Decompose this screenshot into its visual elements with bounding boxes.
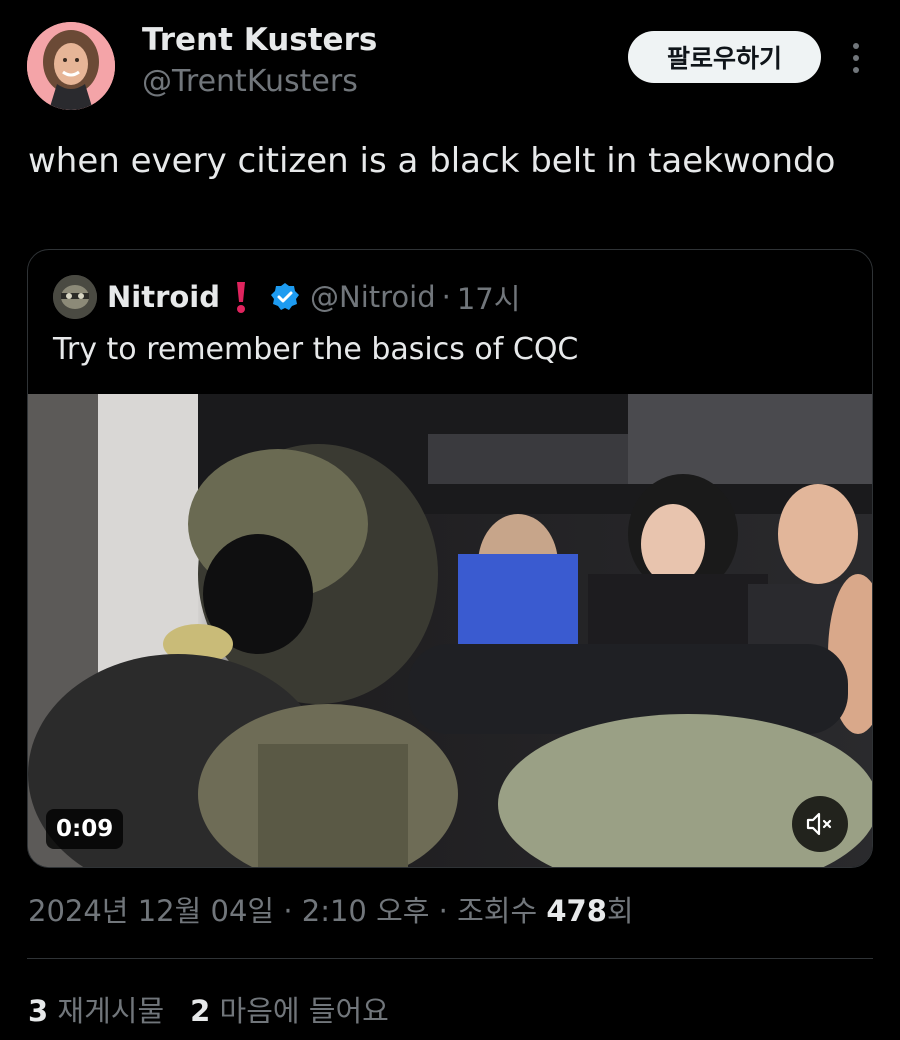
quoted-tweet-header: Nitroid @Nitroid · 17시 — [53, 275, 520, 319]
video-frame — [28, 394, 872, 867]
quoted-author-avatar[interactable] — [53, 275, 97, 319]
tweet-date[interactable]: 2024년 12월 04일 — [28, 894, 274, 928]
follow-button[interactable]: 팔로우하기 — [628, 31, 821, 83]
likes-count: 2 — [190, 994, 211, 1028]
exclamation-icon — [237, 282, 245, 313]
more-options-icon[interactable] — [844, 38, 868, 78]
views-count: 478 — [546, 894, 607, 928]
divider — [27, 958, 873, 959]
tweet-header: Trent Kusters @TrentKusters 팔로우하기 — [0, 0, 900, 120]
likes-stat[interactable]: 2 마음에 들어요 — [190, 994, 389, 1028]
reposts-label: 재게시물 — [57, 994, 165, 1028]
likes-label: 마음에 들어요 — [219, 994, 389, 1028]
video-player[interactable]: 0:09 — [28, 394, 872, 867]
reposts-stat[interactable]: 3 재게시물 — [28, 994, 164, 1028]
author-name[interactable]: Trent Kusters — [142, 22, 377, 58]
quoted-author-handle[interactable]: @Nitroid — [310, 280, 436, 314]
video-duration: 0:09 — [46, 809, 124, 849]
engagement-stats: 3 재게시물 2 마음에 들어요 — [28, 988, 389, 1030]
separator-dot: · — [441, 280, 451, 314]
mute-toggle[interactable] — [792, 796, 848, 852]
quoted-tweet-text: Try to remember the basics of CQC — [53, 332, 579, 367]
views-suffix: 회 — [606, 894, 634, 928]
quoted-author-name[interactable]: Nitroid — [107, 280, 220, 314]
separator-dot: · — [438, 894, 448, 928]
tweet-metadata: 2024년 12월 04일 · 2:10 오후 · 조회수 478회 — [28, 888, 634, 930]
verified-badge-icon — [271, 283, 299, 310]
tweet-time[interactable]: 2:10 오후 — [302, 894, 430, 928]
views-label: 조회수 — [457, 894, 538, 928]
quoted-tweet-time[interactable]: 17시 — [457, 276, 521, 318]
speaker-muted-icon — [806, 812, 832, 836]
separator-dot: · — [283, 894, 293, 928]
author-handle[interactable]: @TrentKusters — [142, 64, 358, 99]
author-avatar[interactable] — [27, 22, 115, 110]
quoted-tweet-card[interactable]: Nitroid @Nitroid · 17시 Try to remember t… — [27, 249, 873, 868]
author-avatar-image — [27, 22, 115, 110]
reposts-count: 3 — [28, 994, 49, 1028]
tweet-text: when every citizen is a black belt in ta… — [28, 141, 836, 181]
